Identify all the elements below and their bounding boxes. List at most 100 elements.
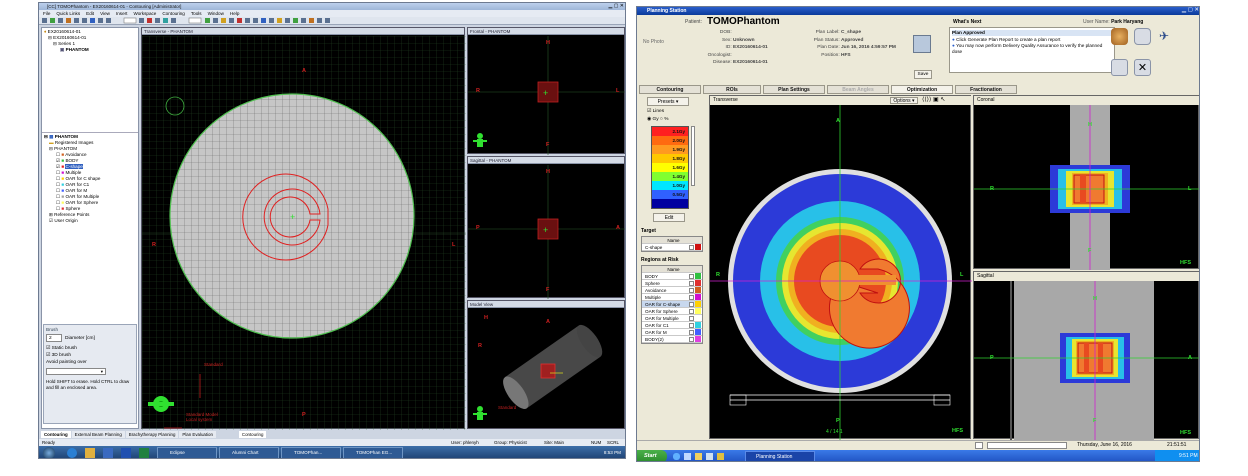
brush-diameter-input[interactable]: 2 [46,334,62,342]
tab-rois[interactable]: ROIs [703,85,761,94]
lock-icon[interactable] [1134,28,1151,45]
eclipse-toolbar[interactable] [39,17,625,25]
oar-color-swatch[interactable] [695,308,701,314]
taskbar-explorer-icon[interactable] [85,448,95,458]
options-button[interactable]: Options ▾ [890,97,918,104]
presets-button[interactable]: Presets ▾ [647,97,689,106]
oar-row[interactable]: Multiple [642,294,702,301]
tab-plan-evaluation[interactable]: Plan Evaluation [179,431,216,438]
tab-contouring[interactable]: Contouring [639,85,701,94]
dose-sagittal-view[interactable]: Sagittal H P A F HFS [973,271,1199,440]
taskbar-planning-station[interactable]: Planning Station [745,451,815,461]
oar-color-swatch[interactable] [695,315,701,321]
tab-brachytherapy[interactable]: Brachytherapy Planning [125,431,179,438]
oar-row[interactable]: OAR for C-shape [642,301,702,308]
model-view[interactable]: Model View H R A Standard [467,300,625,429]
oar-color-swatch[interactable] [695,287,701,293]
oar-color-swatch[interactable] [695,329,701,335]
start-button[interactable]: Start [637,450,667,461]
taskbar-item-alumni[interactable]: Alumni Chart [219,447,279,458]
save-button[interactable]: Save [914,70,932,79]
oar-checkbox[interactable] [689,316,694,321]
menu-contouring[interactable]: Contouring [162,10,184,17]
taskbar-item-tomophan-eg[interactable]: TOMOPhan EG... [343,447,403,458]
level-slider[interactable] [691,126,695,186]
oar-row[interactable]: Avoidance [642,287,702,294]
logout-icon[interactable]: ✈ [1159,30,1177,42]
dose-level-5[interactable]: 1.4Gy [652,172,688,181]
menu-workspace[interactable]: Workspace [133,10,156,17]
app-icon-1[interactable] [695,453,702,460]
window-controls[interactable]: ▁ ▢ ✕ [608,3,624,9]
dose-level-8[interactable] [652,199,688,208]
edit-button[interactable]: Edit [653,213,685,222]
oar-row[interactable]: OAR for Sphere [642,308,702,315]
ps-window-controls[interactable]: ▁ ▢ ✕ [1182,7,1199,13]
menu-quick-links[interactable]: Quick Links [56,10,80,17]
target-row[interactable]: C-shape [642,244,702,251]
lines-checkbox[interactable]: ☑ Lines [647,109,664,114]
report-icon[interactable] [913,35,931,53]
taskbar-outlook-icon[interactable] [103,448,113,458]
oar-checkbox[interactable] [689,309,694,314]
sagittal-view[interactable]: Sagittal - PHANTOM + H P A F [467,156,625,299]
tab-contouring[interactable]: Contouring [41,431,71,438]
oar-checkbox[interactable] [689,274,694,279]
menu-edit[interactable]: Edit [86,10,94,17]
ie-icon[interactable] [673,453,680,460]
tools-icon[interactable]: ✕ [1134,59,1151,76]
avoid-painting-select[interactable]: ▾ [46,368,106,375]
units-radio[interactable]: ◉ Gy ○ % [647,117,669,122]
tab-fractionation[interactable]: Fractionation [955,85,1017,94]
oar-checkbox[interactable] [689,323,694,328]
app-icon-2[interactable] [706,453,713,460]
oar-row[interactable]: BODY(2) [642,336,702,343]
speaker-icon[interactable] [1111,28,1128,45]
target-checkbox[interactable] [689,245,694,250]
taskbar-word-icon[interactable] [121,448,131,458]
taskbar-item-tomophan[interactable]: TOMOPhan... [281,447,341,458]
dose-level-6[interactable]: 1.0Gy [652,181,688,190]
frontal-view[interactable]: Frontal - PHANTOM + H R L F [467,27,625,155]
desktop-icon[interactable] [684,453,691,460]
dose-level-2[interactable]: 1.9Gy [652,145,688,154]
tree-user-origin[interactable]: ☑ User Origin [44,218,136,224]
oar-color-swatch[interactable] [695,322,701,328]
static-brush-checkbox[interactable]: ☑ Static brush [46,346,134,351]
oar-checkbox[interactable] [689,295,694,300]
target-color-swatch[interactable] [695,244,701,250]
print-icon[interactable] [1111,59,1128,76]
tab-optimization[interactable]: Optimization [891,85,953,94]
dose-level-7[interactable]: 0.5Gy [652,190,688,199]
3d-brush-checkbox[interactable]: ☑ 3D brush [46,353,134,358]
menu-insert[interactable]: Insert [116,10,128,17]
tree-item-image[interactable]: ▣ PHANTOM [44,47,136,53]
oar-row[interactable]: Sphere [642,280,702,287]
tab-beam-angles[interactable]: Beam Angles [827,85,889,94]
oar-row[interactable]: OAR for C1 [642,322,702,329]
next-item-dqa[interactable]: ● You may now perform Delivery Quality A… [952,43,1112,55]
oar-checkbox[interactable] [689,337,694,342]
dose-level-1[interactable]: 2.0Gy [652,136,688,145]
dose-level-3[interactable]: 1.8Gy [652,154,688,163]
tab-contouring-2[interactable]: Contouring [238,431,267,438]
transverse-view[interactable]: Transverse - PHANTOM + A R L P Standard … [141,27,466,430]
dose-level-0[interactable]: 2.1Gy [652,127,688,136]
oar-color-swatch[interactable] [695,336,701,342]
menu-view[interactable]: View [100,10,110,17]
oar-checkbox[interactable] [689,302,694,307]
taskbar-excel-icon[interactable] [139,448,149,458]
nav-arrows[interactable]: ⟨⟨⟩⟩ ▣ ↖ [922,96,945,105]
dose-coronal-view[interactable]: Coronal H R L F HFS [973,95,1199,270]
taskbar-ie-icon[interactable] [67,448,77,458]
oar-row[interactable]: OAR for M [642,329,702,336]
tab-plan-settings[interactable]: Plan Settings [763,85,825,94]
dose-level-list[interactable]: 2.1Gy 2.0Gy 1.9Gy 1.8Gy 1.6Gy 1.4Gy 1.0Gy 0.5Gy [651,126,689,209]
oar-row[interactable]: OAR for Multiple [642,315,702,322]
oar-checkbox[interactable] [689,288,694,293]
oar-checkbox[interactable] [689,281,694,286]
oar-color-swatch[interactable] [695,280,701,286]
menu-file[interactable]: File [43,10,50,17]
dose-transverse-view[interactable]: Transverse Options ▾ ⟨⟨⟩⟩ ▣ ↖ A R L P 4 … [709,95,972,440]
taskbar-item-eclipse[interactable]: Eclipse [157,447,217,458]
